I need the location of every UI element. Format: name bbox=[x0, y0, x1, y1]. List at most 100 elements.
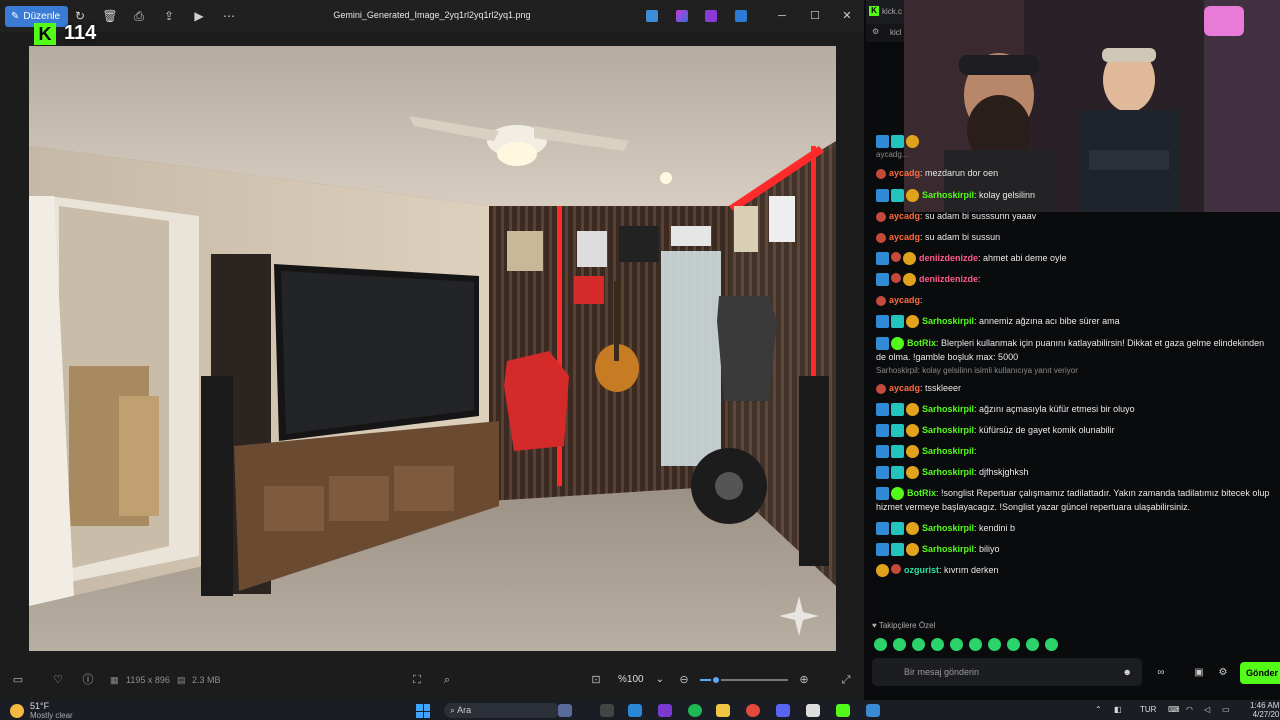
chrome-icon[interactable] bbox=[746, 704, 760, 717]
chat-username[interactable]: aycadg bbox=[889, 211, 920, 221]
discord-icon[interactable] bbox=[776, 704, 790, 717]
emote-8[interactable] bbox=[1007, 638, 1020, 651]
chat-username[interactable]: Sarhoskirpil bbox=[922, 523, 974, 533]
wifi-icon[interactable]: ◠ bbox=[1186, 705, 1193, 714]
chat-username[interactable]: Sarhoskirpil bbox=[922, 446, 974, 456]
maximize-icon[interactable]: ☐ bbox=[806, 7, 824, 25]
clock[interactable]: 1:46 AM 4/27/20 bbox=[1250, 701, 1279, 719]
user-badges bbox=[876, 424, 919, 438]
share-icon[interactable]: ⇪ bbox=[161, 8, 177, 24]
blue-badge-icon bbox=[876, 135, 889, 149]
chat-message: aycadg: tsskleeer bbox=[876, 381, 961, 395]
pencil-icon: ✎ bbox=[11, 11, 20, 22]
taskbar-search[interactable]: ⌕ Ara bbox=[444, 703, 560, 718]
close-icon[interactable]: ✕ bbox=[838, 7, 856, 25]
reply-context: aycadg... bbox=[876, 150, 909, 159]
chat-username[interactable]: aycadg bbox=[889, 168, 920, 178]
chat-text: : kendini b bbox=[974, 523, 1016, 533]
visual-search-icon[interactable]: ⌕ bbox=[440, 673, 454, 687]
battery-icon[interactable]: ▭ bbox=[1222, 705, 1230, 714]
emote-7[interactable] bbox=[988, 638, 1001, 651]
emote-4[interactable] bbox=[931, 638, 944, 651]
filmstrip-icon[interactable]: ▭ bbox=[11, 673, 25, 687]
kick-taskbar-icon[interactable] bbox=[836, 704, 850, 717]
chat-settings-icon[interactable]: ⚙ bbox=[1216, 666, 1230, 680]
fit-to-window-icon[interactable]: ⊡ bbox=[589, 673, 603, 687]
weather-widget[interactable]: 51°F Mostly clear bbox=[10, 702, 73, 720]
emote-2[interactable] bbox=[893, 638, 906, 651]
tray-app-icon[interactable]: ◧ bbox=[1114, 705, 1122, 714]
gift-icon[interactable]: ▣ bbox=[1192, 666, 1206, 680]
emote-10[interactable] bbox=[1045, 638, 1058, 651]
chat-username[interactable]: BotRix bbox=[907, 338, 936, 348]
language-indicator[interactable]: TUR bbox=[1140, 705, 1156, 714]
clipchamp-icon[interactable] bbox=[705, 10, 717, 22]
start-button-icon[interactable] bbox=[416, 704, 430, 718]
zoom-slider-thumb[interactable] bbox=[710, 675, 721, 685]
chat-message-input[interactable]: Bir mesaj gönderin ☻ bbox=[872, 658, 1142, 686]
edge-icon[interactable] bbox=[628, 704, 642, 717]
file-title: Gemini_Generated_Image_2yq1rl2yq1rl2yq1.… bbox=[333, 10, 531, 20]
zoom-in-icon[interactable]: ⊕ bbox=[797, 673, 811, 687]
emoji-icon[interactable]: ☻ bbox=[1123, 658, 1132, 686]
chat-message: Sarhoskirpil: bbox=[876, 444, 977, 459]
widget-thumbnail-icon[interactable] bbox=[558, 704, 572, 717]
weather-moon-icon bbox=[10, 704, 24, 718]
file-explorer-icon[interactable] bbox=[716, 704, 730, 717]
designer-icon[interactable] bbox=[646, 10, 658, 22]
chat-username[interactable]: deniizdenizde bbox=[919, 253, 978, 263]
github-icon[interactable] bbox=[658, 704, 672, 717]
chat-message: Sarhoskirpil: djfhskjghksh bbox=[876, 465, 1029, 480]
chat-username[interactable]: Sarhoskirpil bbox=[922, 190, 974, 200]
user-badges bbox=[876, 168, 886, 179]
photo-viewer-window: ✎ Düzenle ↻ 🗑 ⎙ ⇪ ▶ ⋯ Gemini_Generated_I… bbox=[0, 0, 864, 700]
favorite-heart-icon[interactable]: ♡ bbox=[51, 673, 65, 687]
blue-badge-icon bbox=[876, 522, 889, 536]
print-icon[interactable]: ⎙ bbox=[131, 8, 147, 24]
copilot-icon[interactable] bbox=[676, 10, 688, 22]
app-icon[interactable] bbox=[806, 704, 820, 717]
chat-username[interactable]: Sarhoskirpil bbox=[922, 316, 974, 326]
chat-message: ozgurist: kıvrım derken bbox=[876, 563, 999, 578]
volume-icon[interactable]: ◁ bbox=[1204, 705, 1210, 714]
tray-chevron-icon[interactable]: ⌃ bbox=[1095, 705, 1102, 714]
chat-username[interactable]: aycadg bbox=[889, 295, 920, 305]
points-icon[interactable]: ∞ bbox=[1154, 666, 1168, 680]
teal-badge-icon bbox=[891, 403, 904, 417]
more-options-icon[interactable]: ⋯ bbox=[221, 8, 237, 24]
slideshow-icon[interactable]: ▶ bbox=[191, 8, 207, 24]
chat-username[interactable]: aycadg bbox=[889, 383, 920, 393]
chat-username[interactable]: deniizdenizde bbox=[919, 274, 978, 284]
zoom-select[interactable]: %100 ⌄ bbox=[612, 671, 670, 689]
info-icon[interactable]: ⓘ bbox=[81, 673, 95, 687]
crop-icon[interactable]: ⛶ bbox=[410, 673, 424, 687]
emote-6[interactable] bbox=[969, 638, 982, 651]
task-view-icon[interactable] bbox=[600, 704, 614, 717]
chat-message: BotRix: Blerpleri kullanmak için puanını… bbox=[876, 336, 1264, 351]
photos-icon[interactable] bbox=[866, 704, 880, 717]
chat-username[interactable]: Sarhoskirpil bbox=[922, 467, 974, 477]
chat-username[interactable]: aycadg bbox=[889, 232, 920, 242]
zoom-slider[interactable] bbox=[700, 675, 788, 685]
zoom-out-icon[interactable]: ⊖ bbox=[677, 673, 691, 687]
chat-username[interactable]: Sarhoskirpil bbox=[922, 544, 974, 554]
chat-username[interactable]: Sarhoskirpil bbox=[922, 404, 974, 414]
emote-5[interactable] bbox=[950, 638, 963, 651]
chat-username[interactable]: ozgurist bbox=[904, 565, 939, 575]
tray-keyboard-icon[interactable]: ⌨ bbox=[1168, 705, 1180, 714]
chat-username[interactable]: BotRix bbox=[907, 488, 936, 498]
emote-1[interactable] bbox=[874, 638, 887, 651]
delete-icon[interactable]: 🗑 bbox=[102, 8, 118, 24]
spotify-icon[interactable] bbox=[688, 704, 702, 717]
send-button[interactable]: Gönder bbox=[1240, 662, 1280, 684]
fullscreen-icon[interactable]: ⤢ bbox=[839, 673, 853, 687]
minimize-icon[interactable]: ─ bbox=[773, 7, 791, 25]
onedrive-icon[interactable] bbox=[735, 10, 747, 22]
chat-message: Sarhoskirpil: küfürsüz de gayet komik ol… bbox=[876, 423, 1115, 438]
emote-9[interactable] bbox=[1026, 638, 1039, 651]
chat-username[interactable]: Sarhoskirpil bbox=[922, 425, 974, 435]
chat-text: : bbox=[974, 446, 977, 456]
blue-badge-icon bbox=[876, 273, 889, 287]
emote-3[interactable] bbox=[912, 638, 925, 651]
chat-message: aycadg: su adam bi susssunn yaaav bbox=[876, 209, 1036, 223]
